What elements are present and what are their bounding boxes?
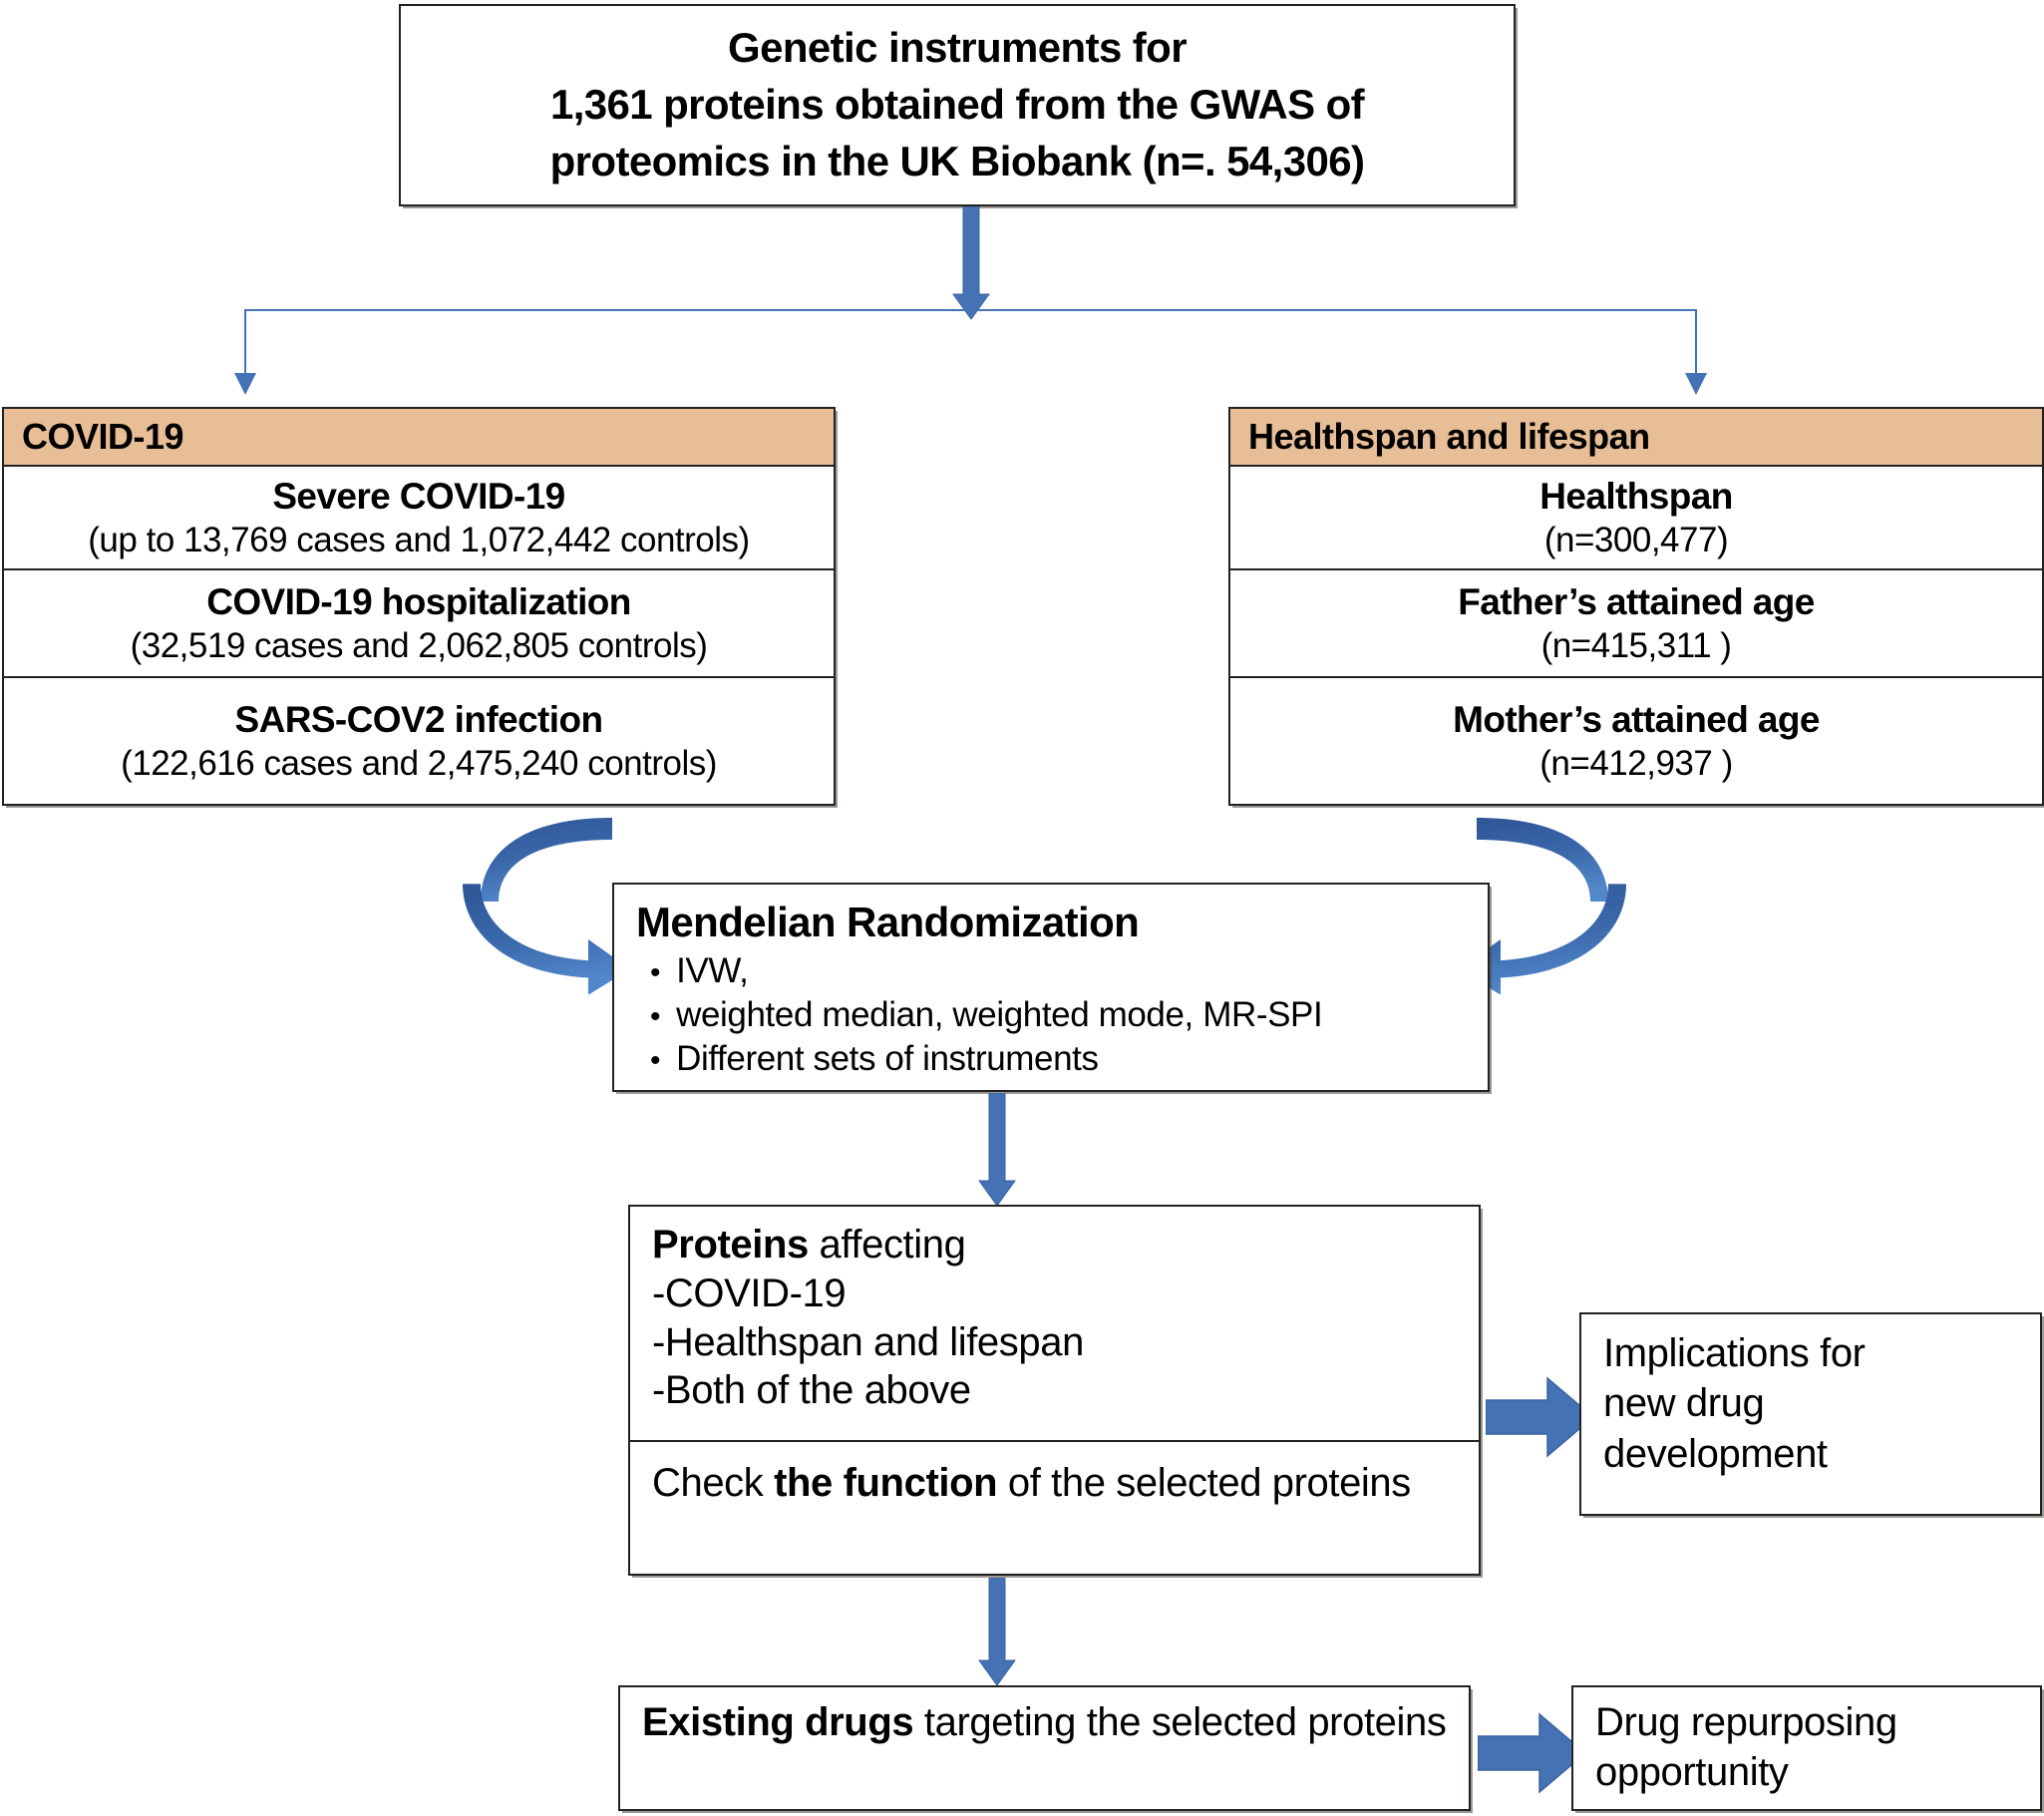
drug-repurposing-box: Drug repurposing opportunity bbox=[1571, 1685, 2042, 1811]
title-line-3: proteomics in the UK Biobank (n=. 54,306… bbox=[549, 138, 1365, 185]
lifespan-row-healthspan-sub: (n=300,477) bbox=[1543, 521, 1729, 560]
proteins-line-1: Proteins affecting bbox=[652, 1221, 966, 1270]
lifespan-row-mother-title: Mother’s attained age bbox=[1453, 698, 1820, 740]
lifespan-row-healthspan-title: Healthspan bbox=[1539, 475, 1733, 517]
existing-drugs-bold: Existing drugs bbox=[642, 1700, 914, 1744]
bullet-dot-icon: • bbox=[650, 1000, 661, 1034]
existing-drugs-text: Existing drugs targeting the selected pr… bbox=[620, 1687, 1469, 1809]
healthspan-header-label: Healthspan and lifespan bbox=[1248, 416, 1650, 457]
proteins-upper-section: Proteins affecting -COVID-19 -Healthspan… bbox=[630, 1207, 1479, 1436]
lifespan-row-mother-sub: (n=412,937 ) bbox=[1539, 744, 1733, 784]
mr-bullet-3: • Different sets of instruments bbox=[650, 1039, 1488, 1079]
mr-bullet-2-label: weighted median, weighted mode, MR-SPI bbox=[676, 995, 1323, 1035]
existing-drugs-line: Existing drugs targeting the selected pr… bbox=[642, 1697, 1447, 1747]
proteins-line-4: -Both of the above bbox=[652, 1368, 971, 1413]
proteins-line-3: -Healthspan and lifespan bbox=[652, 1319, 1084, 1364]
drug-repurposing-line-1: Drug repurposing bbox=[1595, 1700, 1897, 1744]
proteins-line-1-bold: Proteins bbox=[652, 1223, 809, 1267]
mr-bullet-2: • weighted median, weighted mode, MR-SPI bbox=[650, 995, 1488, 1035]
bullet-dot-icon: • bbox=[650, 956, 661, 990]
drug-repurposing-line-2: opportunity bbox=[1595, 1750, 1789, 1795]
mr-title: Mendelian Randomization bbox=[636, 899, 1140, 945]
branch-horizontal-line bbox=[244, 309, 1697, 311]
covid-row-sars: SARS-COV2 infection (122,616 cases and 2… bbox=[4, 678, 834, 804]
proteins-check-post: of the selected proteins bbox=[997, 1461, 1411, 1505]
proteins-affecting-box: Proteins affecting -COVID-19 -Healthspan… bbox=[628, 1205, 1481, 1576]
drug-repurposing-text: Drug repurposing opportunity bbox=[1573, 1687, 2040, 1809]
covid-19-panel: COVID-19 Severe COVID-19 (up to 13,769 c… bbox=[2, 407, 836, 806]
branch-right-line bbox=[1695, 309, 1697, 377]
lifespan-row-father-title: Father’s attained age bbox=[1458, 580, 1815, 622]
covid-row-severe-sub: (up to 13,769 cases and 1,072,442 contro… bbox=[88, 521, 750, 560]
mendelian-randomization-box: Mendelian Randomization • IVW, • weighte… bbox=[612, 883, 1490, 1092]
proteins-check-pre: Check bbox=[652, 1461, 775, 1505]
genetic-instruments-box: Genetic instruments for 1,361 proteins o… bbox=[399, 4, 1516, 206]
covid-row-hospitalization-sub: (32,519 cases and 2,062,805 controls) bbox=[130, 626, 708, 666]
existing-drugs-rest: targeting the selected proteins bbox=[913, 1700, 1447, 1744]
title-line-1: Genetic instruments for bbox=[728, 24, 1188, 71]
branch-right-arrowhead bbox=[1685, 373, 1707, 395]
covid-row-hospitalization-title: COVID-19 hospitalization bbox=[206, 580, 631, 622]
implications-box: Implications for new drug development bbox=[1579, 1312, 2042, 1516]
lifespan-row-healthspan: Healthspan (n=300,477) bbox=[1230, 467, 2042, 568]
mr-bullet-3-label: Different sets of instruments bbox=[676, 1039, 1099, 1079]
existing-drugs-box: Existing drugs targeting the selected pr… bbox=[618, 1685, 1471, 1811]
covid-row-sars-title: SARS-COV2 infection bbox=[234, 698, 604, 740]
covid-19-panel-header: COVID-19 bbox=[4, 409, 834, 467]
covid-19-header-label: COVID-19 bbox=[22, 416, 184, 457]
implications-line-3: development bbox=[1603, 1431, 1828, 1476]
implications-line-2: new drug bbox=[1603, 1381, 1765, 1426]
proteins-divider bbox=[630, 1440, 1479, 1442]
title-line-2: 1,361 proteins obtained from the GWAS of bbox=[549, 81, 1365, 129]
lifespan-row-mother: Mother’s attained age (n=412,937 ) bbox=[1230, 678, 2042, 804]
implications-line-1: Implications for bbox=[1603, 1331, 1866, 1375]
healthspan-panel-header: Healthspan and lifespan bbox=[1230, 409, 2042, 467]
covid-row-sars-sub: (122,616 cases and 2,475,240 controls) bbox=[121, 744, 717, 784]
covid-row-severe-title: Severe COVID-19 bbox=[272, 475, 565, 517]
proteins-line-2: -COVID-19 bbox=[652, 1271, 847, 1315]
proteins-check-text: Check the function of the selected prote… bbox=[652, 1458, 1411, 1508]
mr-bullet-1-label: IVW, bbox=[676, 951, 749, 991]
mr-bullet-1: • IVW, bbox=[650, 951, 1488, 991]
branch-left-line bbox=[244, 309, 246, 377]
lifespan-row-father-sub: (n=415,311 ) bbox=[1540, 626, 1732, 666]
implications-text: Implications for new drug development bbox=[1581, 1314, 2040, 1514]
covid-row-hospitalization: COVID-19 hospitalization (32,519 cases a… bbox=[4, 570, 834, 676]
healthspan-lifespan-panel: Healthspan and lifespan Healthspan (n=30… bbox=[1228, 407, 2044, 806]
lifespan-row-father: Father’s attained age (n=415,311 ) bbox=[1230, 570, 2042, 676]
proteins-line-1-rest: affecting bbox=[808, 1223, 966, 1267]
arrow-proteins-to-drugs bbox=[975, 1577, 1019, 1687]
proteins-check-bold: the function bbox=[774, 1461, 998, 1505]
branch-left-arrowhead bbox=[234, 373, 256, 395]
covid-row-severe: Severe COVID-19 (up to 13,769 cases and … bbox=[4, 467, 834, 568]
arrow-mr-to-proteins bbox=[975, 1092, 1019, 1208]
proteins-check-section: Check the function of the selected prote… bbox=[630, 1446, 1479, 1570]
bullet-dot-icon: • bbox=[650, 1044, 661, 1078]
arrow-title-to-split bbox=[949, 205, 993, 321]
flowchart-canvas: Genetic instruments for 1,361 proteins o… bbox=[0, 0, 2044, 1816]
